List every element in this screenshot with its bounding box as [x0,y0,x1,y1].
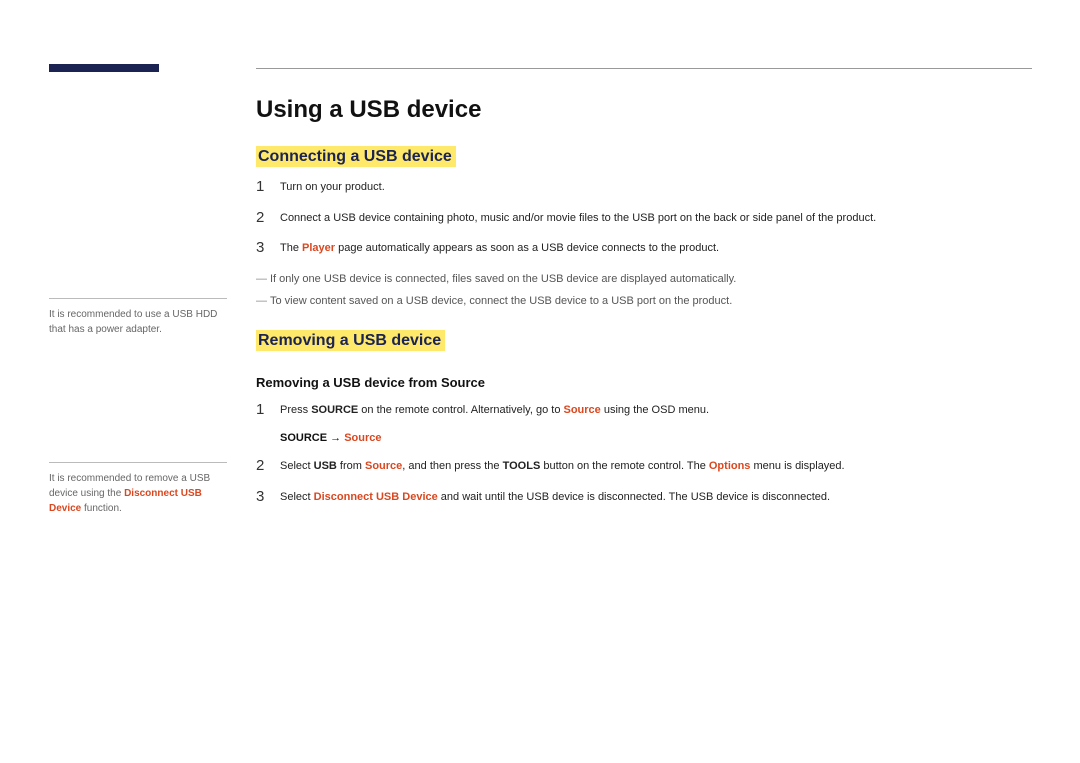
text-frag: menu is displayed. [750,460,844,472]
step-row: 1 Turn on your product. [256,179,1032,196]
step-text: Press SOURCE on the remote control. Alte… [280,402,709,419]
step-number: 2 [256,458,280,475]
text-frag: The [280,242,302,254]
text-bold: USB [314,460,337,472]
text-frag: on the remote control. Alternatively, go… [358,404,563,416]
text-frag: from [337,460,365,472]
menu-path: SOURCE → Source [280,432,1032,444]
text-accent: Player [302,242,335,254]
subheading-removing: Removing a USB device from Source [256,375,1032,390]
header-accent-bar [49,64,159,72]
step-row: 2 Connect a USB device containing photo,… [256,210,1032,227]
main-content: Using a USB device Connecting a USB devi… [256,96,1032,525]
text-frag: , and then press the [402,460,502,472]
header-rule [256,68,1032,69]
text-accent: Disconnect USB Device [314,491,438,503]
text-accent: Source [564,404,601,416]
sidebar-note-text: It is recommended to use a USB HDD that … [49,309,217,335]
text-frag: page automatically appears as soon as a … [335,242,719,254]
text-frag: and wait until the USB device is disconn… [438,491,830,503]
text-frag: Press [280,404,311,416]
step-text: Turn on your product. [280,179,385,196]
step-row: 2 Select USB from Source, and then press… [256,458,1032,475]
step-text: Select USB from Source, and then press t… [280,458,845,475]
path-pre: SOURCE → [280,432,344,444]
text-accent: Options [709,460,751,472]
text-accent: Source [365,460,402,472]
text-frag: Select [280,460,314,472]
step-text: Connect a USB device containing photo, m… [280,210,876,227]
step-row: 1 Press SOURCE on the remote control. Al… [256,402,1032,419]
sidebar-note-1: It is recommended to use a USB HDD that … [49,298,227,337]
step-number: 3 [256,489,280,506]
note-dash-icon: ― [256,293,270,310]
section-removing: Removing a USB device Removing a USB dev… [256,330,1032,506]
step-text: The Player page automatically appears as… [280,240,719,257]
step-row: 3 The Player page automatically appears … [256,240,1032,257]
heading-removing: Removing a USB device [256,330,445,351]
step-number: 2 [256,210,280,227]
text-frag: button on the remote control. The [540,460,709,472]
path-accent: Source [344,432,381,444]
step-number: 1 [256,402,280,419]
section-connecting: Connecting a USB device 1 Turn on your p… [256,146,1032,310]
note-line: ― To view content saved on a USB device,… [256,293,1032,310]
note-text: To view content saved on a USB device, c… [270,293,732,310]
step-number: 1 [256,179,280,196]
sidebar-note-text-post: function. [81,503,122,514]
step-row: 3 Select Disconnect USB Device and wait … [256,489,1032,506]
sidebar-note-2: It is recommended to remove a USB device… [49,462,227,516]
text-bold: SOURCE [311,404,358,416]
note-text: If only one USB device is connected, fil… [270,271,736,288]
sidebar-rule [49,298,227,299]
step-number: 3 [256,240,280,257]
text-bold: TOOLS [503,460,541,472]
heading-connecting: Connecting a USB device [256,146,456,167]
note-dash-icon: ― [256,271,270,288]
text-frag: Select [280,491,314,503]
note-line: ― If only one USB device is connected, f… [256,271,1032,288]
sidebar-rule [49,462,227,463]
text-frag: using the OSD menu. [601,404,709,416]
page-title: Using a USB device [256,96,1032,124]
step-text: Select Disconnect USB Device and wait un… [280,489,830,506]
